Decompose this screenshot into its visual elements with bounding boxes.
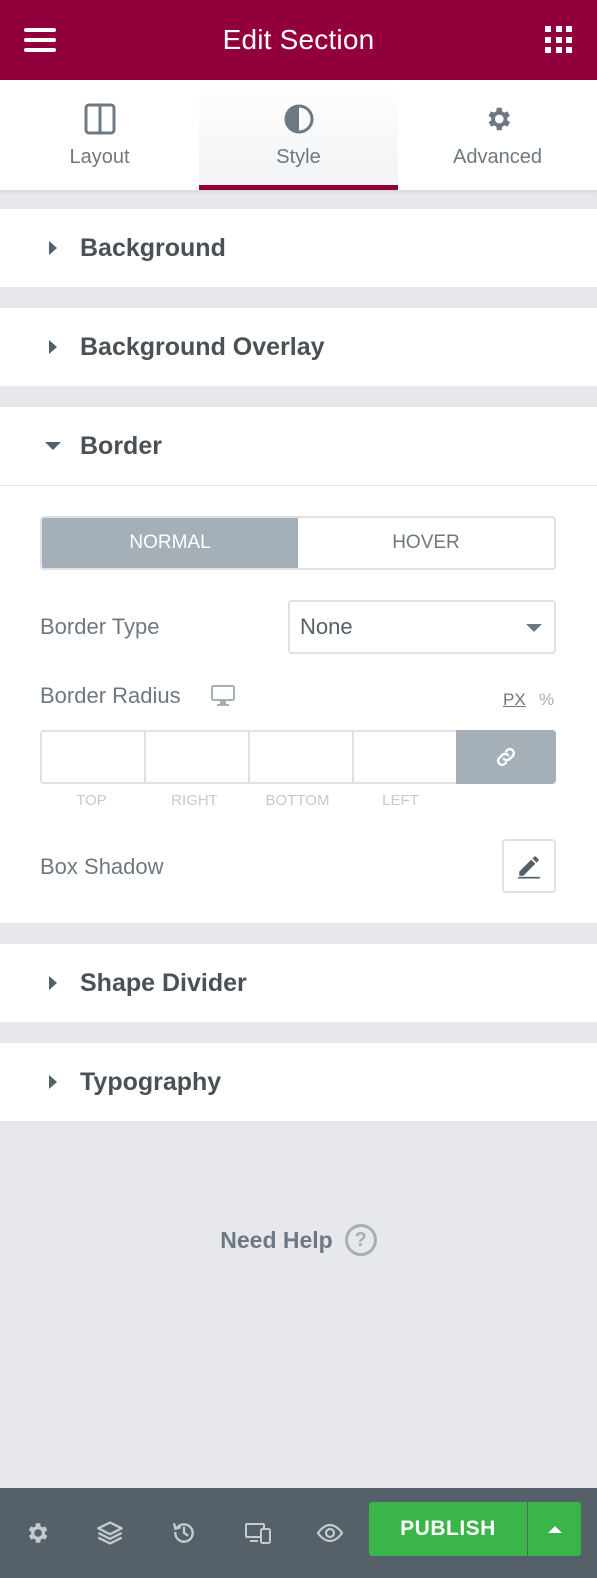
caret-right-icon xyxy=(46,241,60,255)
section-background-overlay: Background Overlay xyxy=(0,308,597,386)
border-radius-label: Border Radius xyxy=(40,683,181,708)
border-controls: NORMAL HOVER Border Type None Border Rad… xyxy=(0,485,597,923)
panel-title: Edit Section xyxy=(222,24,375,55)
layers-icon[interactable] xyxy=(95,1518,125,1548)
section-title: Background Overlay xyxy=(80,332,325,361)
section-title: Shape Divider xyxy=(80,968,247,997)
unit-percent[interactable]: % xyxy=(539,690,554,710)
pencil-icon xyxy=(518,856,540,879)
section-shape-divider: Shape Divider xyxy=(0,944,597,1022)
section-title: Typography xyxy=(80,1067,222,1096)
caret-down-icon xyxy=(45,442,61,450)
tab-hover[interactable]: HOVER xyxy=(298,518,554,568)
columns-icon xyxy=(83,102,117,136)
section-title: Background xyxy=(80,233,226,262)
border-radius-field-labels: TOP RIGHT BOTTOM LEFT xyxy=(40,792,452,809)
state-toggle: NORMAL HOVER xyxy=(40,516,556,570)
box-shadow-label: Box Shadow xyxy=(40,854,164,879)
caret-up-icon xyxy=(547,1525,562,1533)
radius-left-input[interactable] xyxy=(352,730,456,784)
responsive-icon[interactable] xyxy=(243,1518,273,1548)
tab-style-label: Style xyxy=(276,146,321,168)
link-values-button[interactable] xyxy=(456,730,556,784)
border-type-value: None xyxy=(300,614,353,639)
tab-advanced[interactable]: Advanced xyxy=(398,80,597,190)
grid-apps-icon[interactable] xyxy=(545,26,573,54)
publish-options-button[interactable] xyxy=(528,1502,581,1556)
border-type-label: Border Type xyxy=(40,614,160,639)
label-bottom: BOTTOM xyxy=(265,792,330,809)
hamburger-menu-icon[interactable] xyxy=(22,24,58,56)
caret-right-icon xyxy=(46,340,60,354)
need-help-link[interactable]: Need Help ? xyxy=(0,1222,597,1258)
preview-eye-icon[interactable] xyxy=(315,1518,345,1548)
panel-footer: PUBLISH xyxy=(0,1488,597,1578)
panel-header: Edit Section xyxy=(0,0,597,80)
need-help-label: Need Help xyxy=(220,1226,333,1253)
label-left: LEFT xyxy=(382,792,419,809)
section-shape-divider-header[interactable]: Shape Divider xyxy=(0,944,597,1022)
chevron-down-icon xyxy=(526,624,542,632)
contrast-icon xyxy=(282,102,316,136)
unit-px[interactable]: PX xyxy=(503,690,526,710)
link-icon xyxy=(496,747,516,767)
section-background-header[interactable]: Background xyxy=(0,209,597,287)
radius-top-input[interactable] xyxy=(40,730,144,784)
section-border: Border NORMAL HOVER Border Type None Bor… xyxy=(0,407,597,923)
caret-right-icon xyxy=(46,1075,60,1089)
section-border-header[interactable]: Border xyxy=(0,407,597,485)
section-title: Border xyxy=(80,431,162,460)
gear-icon xyxy=(481,102,515,136)
tab-layout-label: Layout xyxy=(69,146,130,168)
caret-right-icon xyxy=(46,976,60,990)
section-background-overlay-header[interactable]: Background Overlay xyxy=(0,308,597,386)
history-icon[interactable] xyxy=(169,1518,199,1548)
monitor-icon[interactable] xyxy=(211,685,237,707)
label-right: RIGHT xyxy=(171,792,218,809)
label-top: TOP xyxy=(76,792,107,809)
box-shadow-edit-button[interactable] xyxy=(502,839,556,893)
border-type-select[interactable]: None xyxy=(288,600,556,654)
tab-normal[interactable]: NORMAL xyxy=(42,518,298,568)
radius-bottom-input[interactable] xyxy=(248,730,352,784)
tab-layout[interactable]: Layout xyxy=(0,80,199,190)
tab-advanced-label: Advanced xyxy=(453,146,542,168)
settings-icon[interactable] xyxy=(22,1518,52,1548)
help-icon: ? xyxy=(344,1224,377,1256)
section-typography-header[interactable]: Typography xyxy=(0,1043,597,1121)
section-background: Background xyxy=(0,209,597,287)
radius-right-input[interactable] xyxy=(144,730,248,784)
publish-button[interactable]: PUBLISH xyxy=(369,1502,527,1556)
panel-tabs: Layout Style Advanced xyxy=(0,80,597,190)
section-typography: Typography xyxy=(0,1043,597,1121)
tab-style[interactable]: Style xyxy=(199,80,398,190)
border-radius-inputs xyxy=(40,730,556,784)
